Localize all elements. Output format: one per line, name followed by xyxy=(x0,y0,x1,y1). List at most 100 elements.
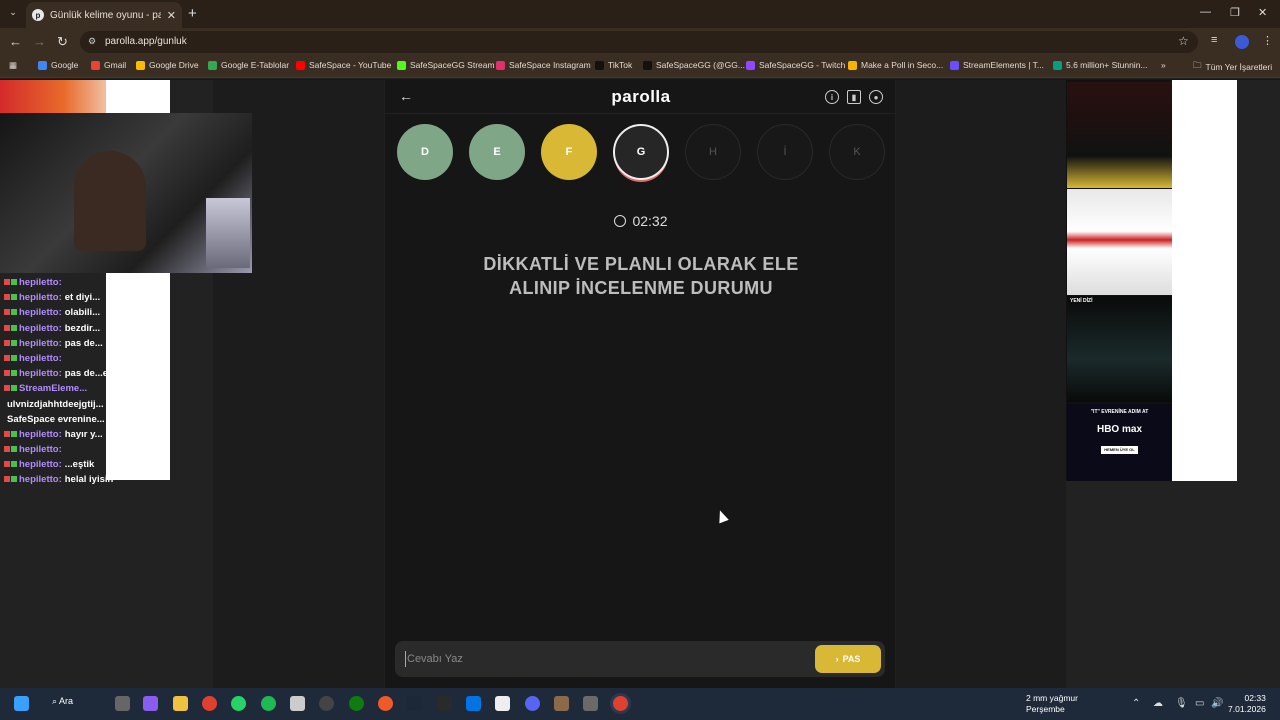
close-window-icon[interactable]: ✕ xyxy=(1258,6,1267,19)
bookmark-item[interactable]: SafeSpaceGG Stream xyxy=(397,60,495,70)
chat-text: pas de...ersin xyxy=(64,368,126,380)
tab-search-icon[interactable]: ⌄ xyxy=(6,7,20,21)
bookmark-item[interactable]: Make a Poll in Seco... xyxy=(848,60,943,70)
chat-message: hepiletto: bezdir... xyxy=(4,323,210,338)
task-view-icon[interactable] xyxy=(115,696,130,711)
discord-icon[interactable] xyxy=(525,696,540,711)
chrome-active-icon[interactable] xyxy=(613,696,628,711)
chat-message: SafeSpace evrenine... xyxy=(4,414,210,429)
taskbar-search[interactable]: ⌕ Ara xyxy=(52,696,73,707)
game-icon-1[interactable] xyxy=(554,696,569,711)
app-icon-1[interactable] xyxy=(290,696,305,711)
mic-icon[interactable]: 🎙 xyxy=(1175,698,1188,709)
all-bookmarks-folder[interactable]: 🗀 Tüm Yer İşaretleri xyxy=(1193,60,1272,74)
file-explorer-icon[interactable] xyxy=(173,696,188,711)
bookmark-label: SafeSpaceGG (@GG... xyxy=(656,60,745,70)
reload-icon[interactable]: ↻ xyxy=(57,34,68,50)
bookmark-star-icon[interactable]: ☆ xyxy=(1178,34,1189,48)
subscriber-badge-icon xyxy=(4,461,10,468)
forward-icon[interactable]: → xyxy=(33,34,46,49)
bookmark-item[interactable]: Google xyxy=(38,60,78,70)
letter-circle-done: D xyxy=(397,124,453,180)
letter-circle-done: E xyxy=(469,124,525,180)
more-bookmarks-icon[interactable]: » xyxy=(1161,60,1166,70)
answer-input[interactable] xyxy=(405,651,795,667)
site-info-icon[interactable]: ⚙ xyxy=(88,36,100,48)
app-icon-2[interactable] xyxy=(495,696,510,711)
letter-circle-todo: İ xyxy=(757,124,813,180)
verified-badge-icon xyxy=(11,279,17,285)
streamer-figure xyxy=(74,151,146,251)
media-controls-icon[interactable]: ≡ xyxy=(1211,34,1217,46)
menu-dots-icon[interactable]: ⋮ xyxy=(1262,34,1273,47)
bookmark-label: Google E-Tablolar xyxy=(221,60,290,70)
windows-start-icon[interactable] xyxy=(14,696,29,711)
ea-icon[interactable] xyxy=(378,696,393,711)
epic-games-icon[interactable] xyxy=(437,696,452,711)
it-poster-1 xyxy=(1067,82,1172,188)
ad-blank-right xyxy=(1172,80,1237,481)
chat-text: ulvnizdjahhtdeejgtij... katıldı! xyxy=(7,398,137,410)
bookmark-item[interactable]: 5.6 million+ Stunnin... xyxy=(1053,60,1148,70)
copilot-icon[interactable] xyxy=(143,696,158,711)
steam-icon[interactable] xyxy=(407,696,422,711)
xbox-icon[interactable] xyxy=(349,696,364,711)
apps-grid-icon[interactable]: ▦ xyxy=(9,60,17,71)
address-bar[interactable]: ⚙ parolla.app/gunluk xyxy=(80,31,1198,53)
bookmark-favicon-icon xyxy=(38,60,47,70)
subscriber-badge-icon xyxy=(4,446,10,453)
user-icon[interactable]: ● xyxy=(869,90,883,104)
join-now-button[interactable]: HEMEN ÜYE OL xyxy=(1101,446,1138,454)
clock[interactable]: 02:33 7.01.2026 xyxy=(1228,693,1266,715)
chat-username: hepiletto: xyxy=(19,368,62,380)
taskbar: ⌕ Ara 2 mm yağmur Perşembe ⌃ ☁ 🎙 ▭ 🔊 02:… xyxy=(0,688,1280,720)
subscriber-badge-icon xyxy=(4,430,10,437)
obs-icon[interactable] xyxy=(319,696,334,711)
letter-circle-active: G xyxy=(613,124,669,180)
network-icon[interactable]: ▭ xyxy=(1195,698,1204,709)
parolla-game: ← parolla i ▮ ● DEFGHİK 02:32 DİKKATLİ V… xyxy=(384,80,897,688)
restore-icon[interactable]: ❐ xyxy=(1230,6,1240,19)
bookmark-label: Make a Poll in Seco... xyxy=(861,60,944,70)
chat-message: ulvnizdjahhtdeejgtij... katıldı! xyxy=(4,399,210,414)
bookmark-item[interactable]: StreamElements | T... xyxy=(950,60,1044,70)
chat-message: hepiletto: pas de...ersin xyxy=(4,368,210,383)
battlenet-icon[interactable] xyxy=(466,696,481,711)
ad-banner-blank xyxy=(106,80,170,113)
chrome-icon[interactable] xyxy=(202,696,217,711)
stats-icon[interactable]: ▮ xyxy=(847,90,861,104)
bookmark-item[interactable]: SafeSpaceGG - Twitch xyxy=(746,60,845,70)
verified-badge-icon xyxy=(11,385,17,392)
new-tab-icon[interactable]: + xyxy=(188,5,197,22)
ad-banner-top[interactable] xyxy=(0,80,106,113)
close-tab-icon[interactable]: ✕ xyxy=(167,9,176,22)
game-icon-2[interactable] xyxy=(583,696,598,711)
url-text: parolla.app/gunluk xyxy=(105,36,187,47)
navigation-bar: ← → ↻ ⚙ parolla.app/gunluk ☆ ≡ ⋮ xyxy=(0,28,1280,56)
cloud-icon[interactable]: ☁ xyxy=(1153,698,1163,709)
bookmark-item[interactable]: Google E-Tablolar xyxy=(208,60,289,70)
bookmark-item[interactable]: TikTok xyxy=(595,60,632,70)
subscriber-badge-icon xyxy=(4,324,10,331)
verified-badge-icon xyxy=(11,476,17,483)
info-icon[interactable]: i xyxy=(825,90,839,104)
verified-badge-icon xyxy=(11,430,17,437)
profile-avatar-icon[interactable] xyxy=(1235,35,1249,49)
browser-tab-active[interactable]: p Günlük kelime oyunu - parolla ✕ xyxy=(26,2,182,28)
whatsapp-icon[interactable] xyxy=(231,696,246,711)
parolla-favicon-icon: p xyxy=(32,9,44,21)
bookmark-item[interactable]: Gmail xyxy=(91,60,126,70)
bookmark-item[interactable]: SafeSpaceGG (@GG... xyxy=(643,60,745,70)
answer-bar: › PAS xyxy=(395,641,885,677)
bookmark-item[interactable]: Google Drive xyxy=(136,60,199,70)
pass-button[interactable]: › PAS xyxy=(815,645,881,673)
spotify-icon[interactable] xyxy=(261,696,276,711)
bookmark-item[interactable]: SafeSpace - YouTube xyxy=(296,60,391,70)
volume-icon[interactable]: 🔊 xyxy=(1211,698,1223,709)
bookmark-item[interactable]: SafeSpace Instagram xyxy=(496,60,591,70)
back-icon[interactable]: ← xyxy=(9,34,22,49)
chat-text: bezdir... xyxy=(64,322,101,334)
weather-widget[interactable]: 2 mm yağmur Perşembe xyxy=(1026,693,1078,715)
minimize-icon[interactable]: — xyxy=(1200,6,1211,18)
tray-chevron-icon[interactable]: ⌃ xyxy=(1132,698,1140,709)
